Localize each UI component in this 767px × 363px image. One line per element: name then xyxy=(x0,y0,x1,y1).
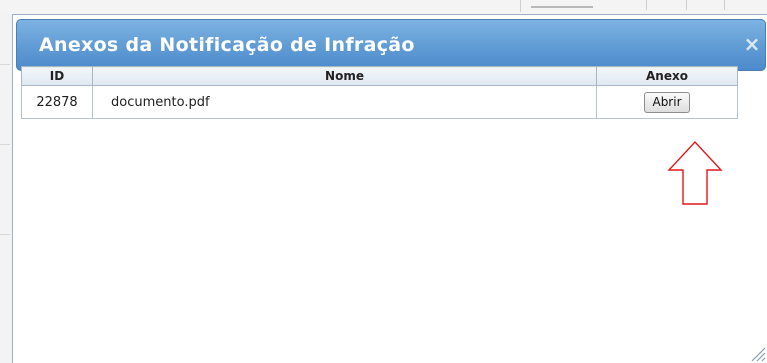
cell-anexo: Abrir xyxy=(596,85,738,119)
cell-id: 22878 xyxy=(21,85,93,119)
dialog-title: Anexos da Notificação de Infração xyxy=(39,34,415,56)
background-page-content xyxy=(520,0,721,12)
background-page-left-edge xyxy=(0,14,12,363)
cell-nome: documento.pdf xyxy=(92,85,597,119)
table-row: 22878 documento.pdf Abrir xyxy=(21,85,738,119)
dialog-titlebar[interactable]: Anexos da Notificação de Infração × xyxy=(16,19,766,71)
column-header-anexo: Anexo xyxy=(596,66,738,86)
up-arrow-icon xyxy=(667,140,723,205)
attachments-table: ID Nome Anexo 22878 documento.pdf Abrir xyxy=(21,66,738,119)
close-icon[interactable]: × xyxy=(741,33,763,55)
column-header-nome: Nome xyxy=(92,66,597,86)
background-page-strip xyxy=(0,0,767,14)
resize-grip-icon[interactable] xyxy=(750,346,766,362)
column-header-id: ID xyxy=(21,66,93,86)
table-header-row: ID Nome Anexo xyxy=(21,66,738,86)
open-attachment-button[interactable]: Abrir xyxy=(644,91,690,113)
